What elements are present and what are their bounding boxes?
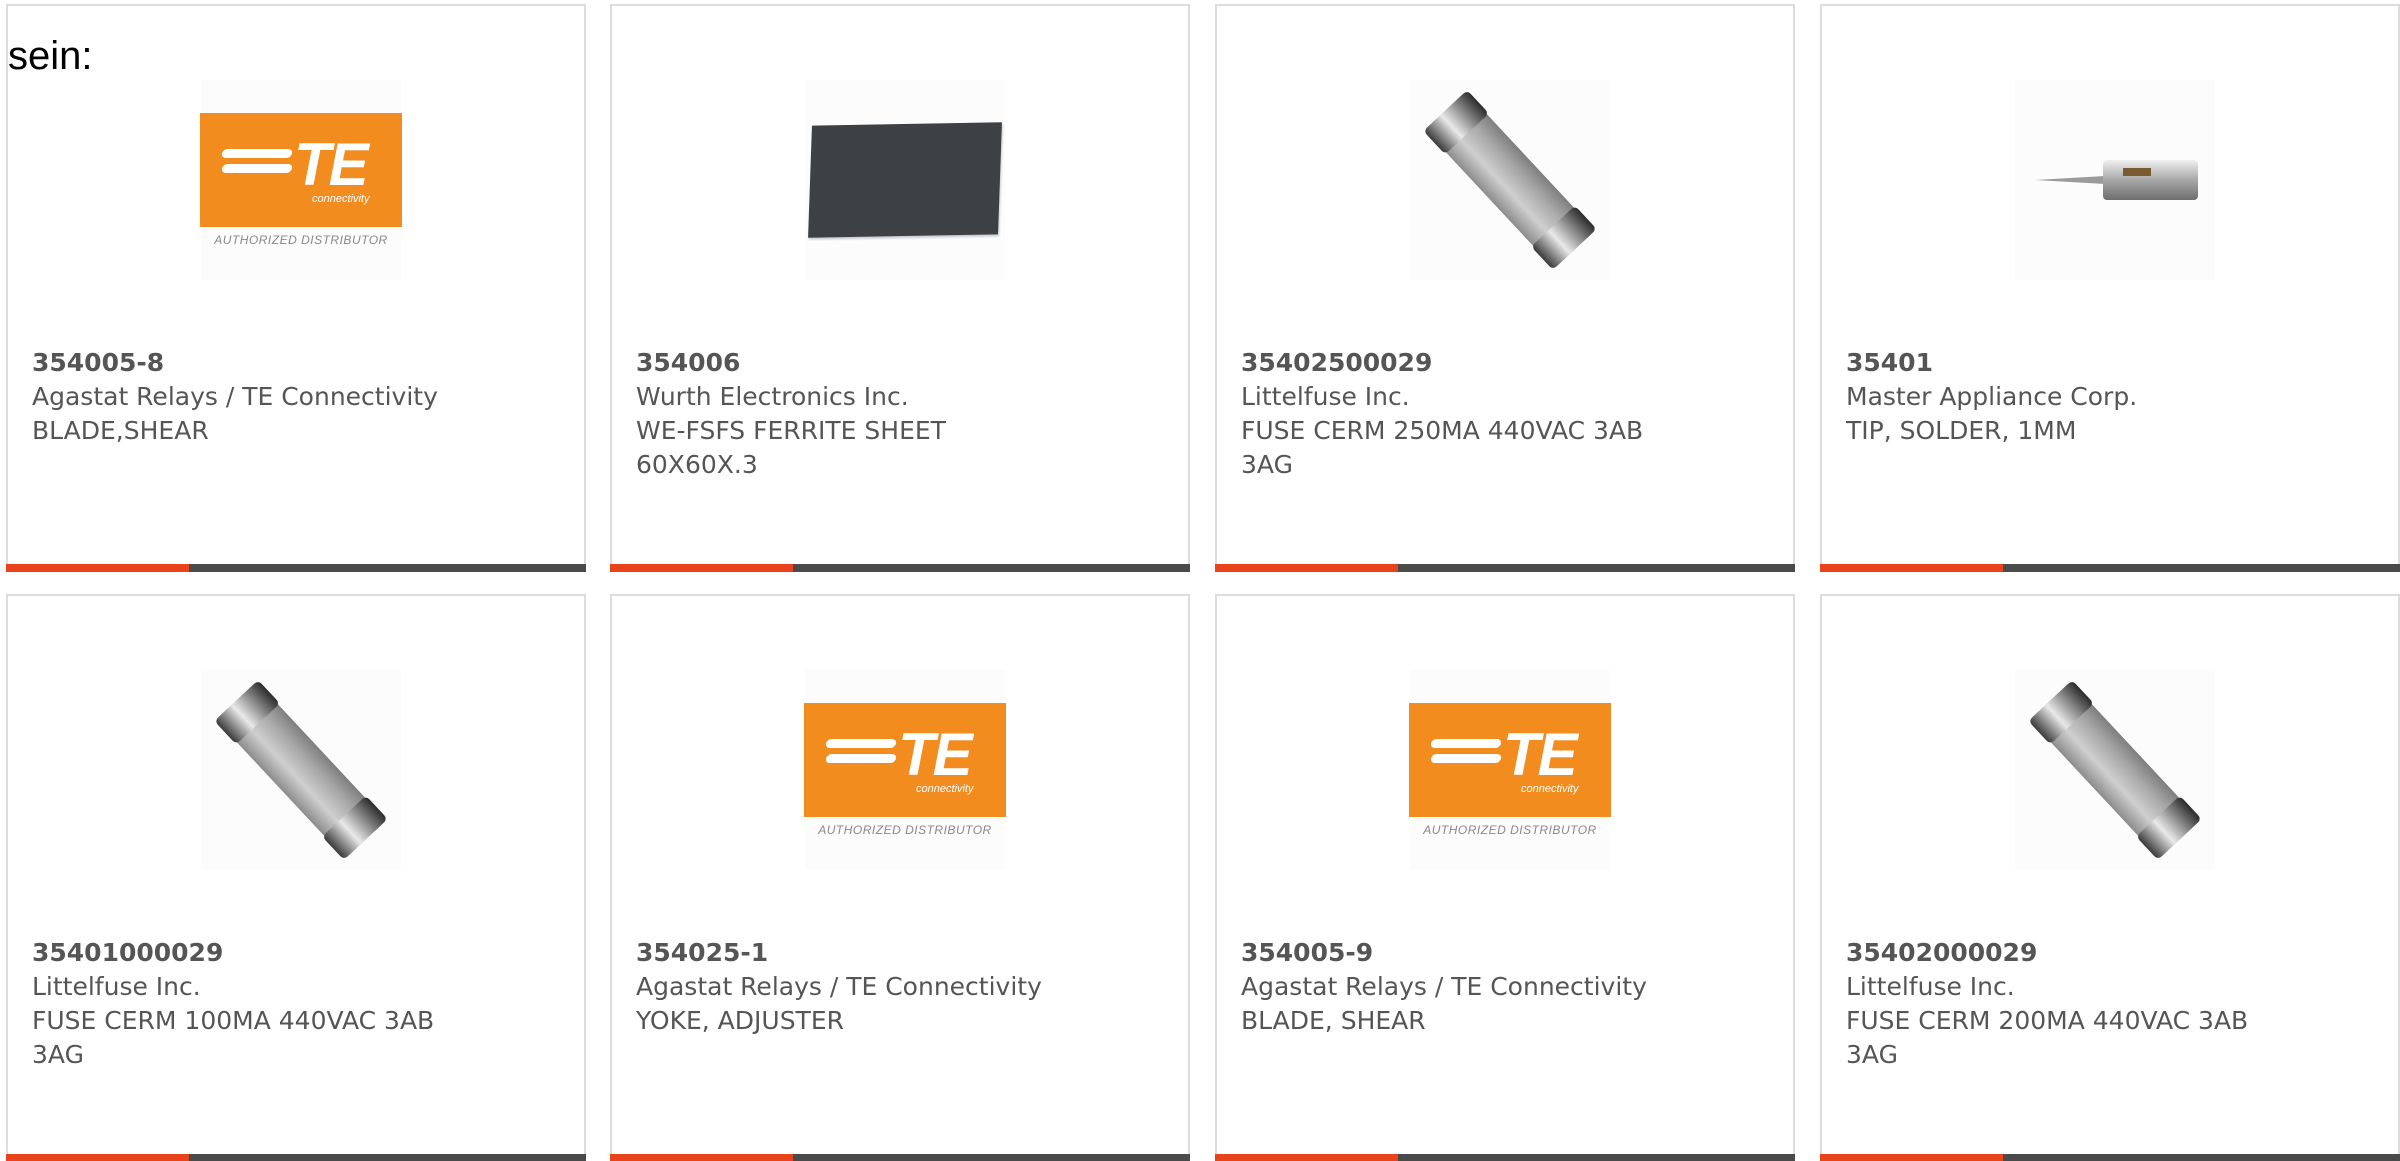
- product-manufacturer: Littelfuse Inc.: [32, 972, 201, 1001]
- product-part-number[interactable]: 354005-8: [32, 346, 560, 380]
- product-part-number[interactable]: 354006: [636, 346, 1164, 380]
- te-logo-word: TE: [1503, 721, 1578, 788]
- ferrite-sheet-shape: [808, 122, 1002, 238]
- fuse-image[interactable]: [201, 670, 401, 870]
- product-info: 354006 Wurth Electronics Inc. WE-FSFS FERR…: [636, 346, 1164, 482]
- te-logo-box: TE connectivity: [200, 113, 402, 227]
- card-accent-bar: [610, 1154, 793, 1161]
- te-logo-image[interactable]: TE connectivity AUTHORIZED DISTRIBUTOR: [804, 670, 1006, 870]
- product-info: 35402500029 Littelfuse Inc. FUSE CERM 250M…: [1241, 346, 1769, 482]
- product-info: 35401000029 Littelfuse Inc. FUSE CERM 100M…: [32, 936, 560, 1072]
- product-card[interactable]: 35402000029 Littelfuse Inc. FUSE CERM 200M…: [1820, 594, 2400, 1161]
- product-manufacturer: Master Appliance Corp.: [1846, 382, 2138, 411]
- product-description: BLADE,SHEAR: [32, 416, 209, 445]
- card-accent-bar: [6, 564, 189, 572]
- te-logo-image[interactable]: TE connectivity AUTHORIZED DISTRIBUTOR: [200, 80, 402, 280]
- solder-tip-shape: [2025, 150, 2205, 210]
- product-part-number[interactable]: 35401: [1846, 346, 2374, 380]
- product-part-number[interactable]: 35402500029: [1241, 346, 1769, 380]
- product-grid: TE connectivity AUTHORIZED DISTRIBUTOR 3540…: [0, 0, 2400, 1161]
- card-bottom-bar: [610, 564, 1190, 572]
- te-logo-word: TE: [898, 721, 973, 788]
- card-accent-bar: [6, 1154, 189, 1161]
- product-manufacturer: Littelfuse Inc.: [1846, 972, 2015, 1001]
- card-accent-bar: [1215, 1154, 1398, 1161]
- card-bottom-bar: [6, 1154, 586, 1161]
- card-accent-bar: [610, 564, 793, 572]
- te-logo-sub: connectivity: [916, 783, 974, 795]
- product-card[interactable]: 35402500029 Littelfuse Inc. FUSE CERM 250M…: [1215, 4, 1795, 572]
- te-logo-sub: connectivity: [312, 193, 370, 205]
- solder-tip-image[interactable]: [2015, 80, 2215, 280]
- product-info: 35402000029 Littelfuse Inc. FUSE CERM 200M…: [1846, 936, 2374, 1072]
- intro-text: sein:: [8, 34, 93, 78]
- te-authorized-label: AUTHORIZED DISTRIBUTOR: [214, 233, 388, 247]
- te-connectivity-logo: TE connectivity AUTHORIZED DISTRIBUTOR: [804, 703, 1006, 837]
- product-card[interactable]: 35401 Master Appliance Corp. TIP, SOLDER, …: [1820, 4, 2400, 572]
- product-card[interactable]: TE connectivity AUTHORIZED DISTRIBUTOR 3540…: [610, 594, 1190, 1161]
- te-logo-lines: [1430, 739, 1502, 779]
- product-part-number[interactable]: 35402000029: [1846, 936, 2374, 970]
- fuse-shape: [2028, 680, 2202, 860]
- product-card[interactable]: TE connectivity AUTHORIZED DISTRIBUTOR 3540…: [1215, 594, 1795, 1161]
- fuse-shape: [214, 680, 388, 860]
- product-card[interactable]: TE connectivity AUTHORIZED DISTRIBUTOR 3540…: [6, 4, 586, 572]
- product-description: FUSE CERM 100MA 440VAC 3AB 3AG: [32, 1006, 435, 1069]
- te-logo-sub: connectivity: [1521, 783, 1579, 795]
- product-description: TIP, SOLDER, 1MM: [1846, 416, 2077, 445]
- card-bottom-bar: [6, 564, 586, 572]
- product-description: YOKE, ADJUSTER: [636, 1006, 844, 1035]
- product-description: BLADE, SHEAR: [1241, 1006, 1426, 1035]
- product-part-number[interactable]: 354025-1: [636, 936, 1164, 970]
- product-info: 35401 Master Appliance Corp. TIP, SOLDER, …: [1846, 346, 2374, 448]
- card-accent-bar: [1215, 564, 1398, 572]
- card-bottom-bar: [1820, 564, 2400, 572]
- product-info: 354005-9 Agastat Relays / TE Connectivity…: [1241, 936, 1769, 1038]
- te-logo-box: TE connectivity: [1409, 703, 1611, 817]
- product-description: FUSE CERM 200MA 440VAC 3AB 3AG: [1846, 1006, 2249, 1069]
- card-bottom-bar: [1820, 1154, 2400, 1161]
- product-info: 354005-8 Agastat Relays / TE Connectivity…: [32, 346, 560, 448]
- te-connectivity-logo: TE connectivity AUTHORIZED DISTRIBUTOR: [1409, 703, 1611, 837]
- product-description: FUSE CERM 250MA 440VAC 3AB 3AG: [1241, 416, 1644, 479]
- product-part-number[interactable]: 35401000029: [32, 936, 560, 970]
- fuse-shape: [1423, 90, 1597, 270]
- card-bottom-bar: [1215, 564, 1795, 572]
- te-logo-lines: [825, 739, 897, 779]
- te-authorized-label: AUTHORIZED DISTRIBUTOR: [818, 823, 992, 837]
- fuse-image[interactable]: [2015, 670, 2215, 870]
- product-manufacturer: Agastat Relays / TE Connectivity: [1241, 972, 1647, 1001]
- product-part-number[interactable]: 354005-9: [1241, 936, 1769, 970]
- card-bottom-bar: [610, 1154, 1190, 1161]
- product-manufacturer: Littelfuse Inc.: [1241, 382, 1410, 411]
- te-logo-box: TE connectivity: [804, 703, 1006, 817]
- te-authorized-label: AUTHORIZED DISTRIBUTOR: [1423, 823, 1597, 837]
- product-card[interactable]: 354006 Wurth Electronics Inc. WE-FSFS FERR…: [610, 4, 1190, 572]
- card-accent-bar: [1820, 1154, 2003, 1161]
- product-info: 354025-1 Agastat Relays / TE Connectivity…: [636, 936, 1164, 1038]
- te-connectivity-logo: TE connectivity AUTHORIZED DISTRIBUTOR: [200, 113, 402, 247]
- product-manufacturer: Agastat Relays / TE Connectivity: [636, 972, 1042, 1001]
- card-accent-bar: [1820, 564, 2003, 572]
- product-card[interactable]: 35401000029 Littelfuse Inc. FUSE CERM 100M…: [6, 594, 586, 1161]
- ferrite-sheet-image[interactable]: [805, 80, 1005, 280]
- product-description: WE-FSFS FERRITE SHEET 60X60X.3: [636, 416, 946, 479]
- te-logo-word: TE: [294, 131, 369, 198]
- product-grid-page: sein: TE connectivity AUTHORIZED DISTRIBUT…: [0, 0, 2400, 1161]
- te-logo-image[interactable]: TE connectivity AUTHORIZED DISTRIBUTOR: [1409, 670, 1611, 870]
- card-bottom-bar: [1215, 1154, 1795, 1161]
- product-manufacturer: Agastat Relays / TE Connectivity: [32, 382, 438, 411]
- fuse-image[interactable]: [1410, 80, 1610, 280]
- product-manufacturer: Wurth Electronics Inc.: [636, 382, 909, 411]
- te-logo-lines: [221, 149, 293, 189]
